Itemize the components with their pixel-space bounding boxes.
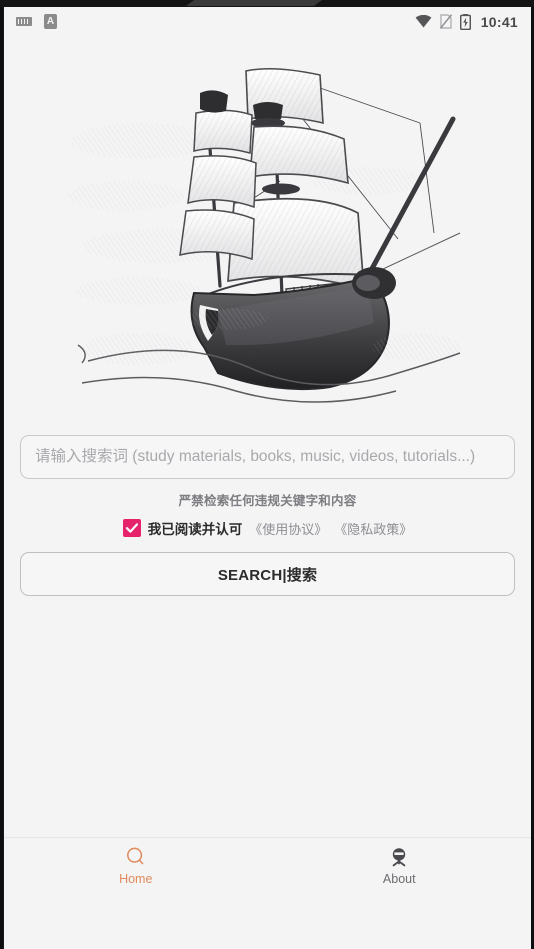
privacy-policy-link[interactable]: 《隐私政策》 [334, 519, 412, 538]
agreement-row: 我已阅读并认可 《使用协议》 《隐私政策》 [20, 518, 515, 538]
search-form: 严禁检索任何违规关键字和内容 我已阅读并认可 《使用协议》 《隐私政策》 SEA… [4, 435, 531, 596]
main-content: 严禁检索任何违规关键字和内容 我已阅读并认可 《使用协议》 《隐私政策》 SEA… [4, 36, 531, 893]
agreement-label: 我已阅读并认可 [147, 522, 243, 537]
search-warning-notice: 严禁检索任何违规关键字和内容 [178, 494, 357, 508]
status-bar-left-icons: A [16, 14, 57, 29]
device-notch [186, 0, 322, 6]
sailing-ship-illustration [67, 61, 468, 421]
user-agreement-link[interactable]: 《使用协议》 [249, 519, 327, 538]
device-bezel [0, 0, 534, 7]
keyboard-icon [16, 17, 32, 26]
agreement-checkbox[interactable] [122, 519, 141, 537]
info-person-icon [392, 848, 406, 867]
status-bar: A 10:41 [4, 7, 531, 36]
battery-charging-icon [459, 13, 471, 30]
input-method-a-icon: A [44, 14, 57, 29]
search-icon [126, 847, 144, 865]
nav-label-about: About [382, 872, 416, 886]
wifi-icon [415, 15, 432, 28]
no-sim-icon [439, 14, 452, 29]
device-frame: A 10:41 请输入搜索词 (study materials, books, … [0, 0, 534, 949]
status-bar-right-icons: 10:41 [415, 13, 518, 30]
status-bar-clock: 10:41 [480, 13, 518, 30]
phone-screen: A 10:41 请输入搜索词 (study materials, books, … [3, 7, 531, 949]
bottom-navigation: Home About [4, 837, 531, 893]
nav-item-home[interactable]: Home [4, 838, 268, 893]
search-button[interactable]: SEARCH|搜索 [20, 552, 515, 596]
search-input[interactable] [20, 435, 515, 479]
check-icon [125, 523, 138, 533]
nav-label-home: Home [119, 872, 153, 886]
nav-item-about[interactable]: About [268, 838, 532, 893]
